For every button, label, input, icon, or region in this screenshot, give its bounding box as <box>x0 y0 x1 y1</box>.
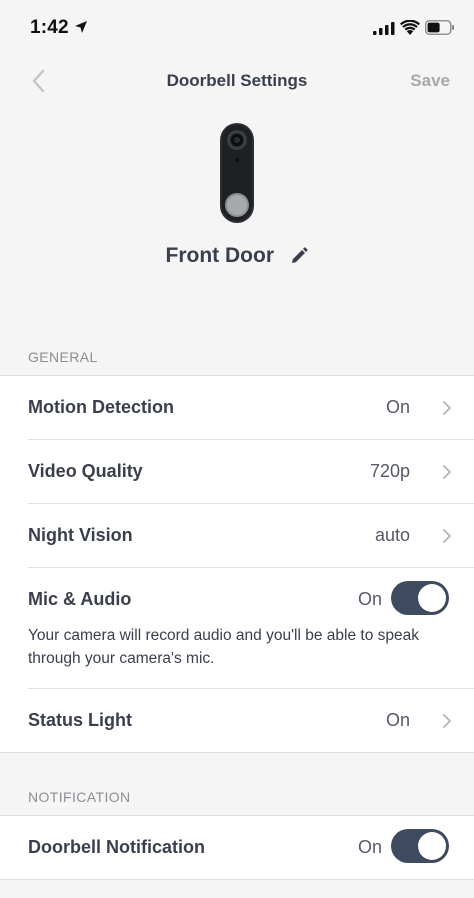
general-settings-group: Motion Detection On Video Quality 720p N… <box>0 375 474 753</box>
save-button[interactable]: Save <box>410 71 450 91</box>
row-label: Status Light <box>28 710 132 730</box>
toggle-value: On <box>357 837 382 857</box>
row-label: Video Quality <box>28 461 143 481</box>
row-status-light[interactable]: Status Light On <box>28 689 474 752</box>
row-value: On <box>385 710 410 730</box>
doorbell-device-icon <box>220 123 254 223</box>
chevron-right-icon <box>443 465 451 479</box>
battery-icon <box>425 20 454 35</box>
wifi-icon <box>400 20 420 35</box>
toggle-knob <box>418 832 446 860</box>
row-video-quality[interactable]: Video Quality 720p <box>28 440 474 504</box>
doorbell-settings-screen: 1:42 Doorbell Settings Save Front Door G… <box>0 0 474 898</box>
doorbell-notification-toggle[interactable] <box>391 829 449 863</box>
mic-audio-toggle[interactable] <box>391 581 449 615</box>
row-value: On <box>385 397 410 417</box>
row-night-vision[interactable]: Night Vision auto <box>28 504 474 568</box>
navigation-bar: Doorbell Settings Save <box>0 56 474 106</box>
row-label: Doorbell Notification <box>28 837 205 857</box>
location-arrow-icon <box>75 21 87 33</box>
page-title: Doorbell Settings <box>166 71 308 90</box>
row-motion-detection[interactable]: Motion Detection On <box>28 376 474 440</box>
status-bar: 1:42 <box>0 0 474 56</box>
row-label: Mic & Audio <box>28 589 132 609</box>
toggle-knob <box>418 584 446 612</box>
row-value: auto <box>374 525 410 545</box>
notification-settings-group: Doorbell Notification On <box>0 815 474 880</box>
chevron-right-icon <box>443 714 451 728</box>
device-name: Front Door <box>165 244 275 267</box>
status-time: 1:42 <box>30 17 69 38</box>
mic-audio-description: Your camera will record audio and you'll… <box>28 627 419 667</box>
row-value: 720p <box>369 461 410 481</box>
chevron-right-icon <box>443 529 451 543</box>
toggle-value: On <box>357 589 382 609</box>
chevron-right-icon <box>443 401 451 415</box>
row-label: Night Vision <box>28 525 133 545</box>
cellular-signal-icon <box>373 22 395 35</box>
section-header-general: GENERAL <box>28 349 98 365</box>
device-name-row: Front Door <box>0 244 474 268</box>
row-mic-audio: Mic & Audio On Your camera will record a… <box>28 568 474 689</box>
row-label: Motion Detection <box>28 397 174 417</box>
edit-pencil-icon[interactable] <box>290 247 309 265</box>
row-doorbell-notification: Doorbell Notification On <box>28 816 474 879</box>
section-header-notification: NOTIFICATION <box>28 789 131 805</box>
